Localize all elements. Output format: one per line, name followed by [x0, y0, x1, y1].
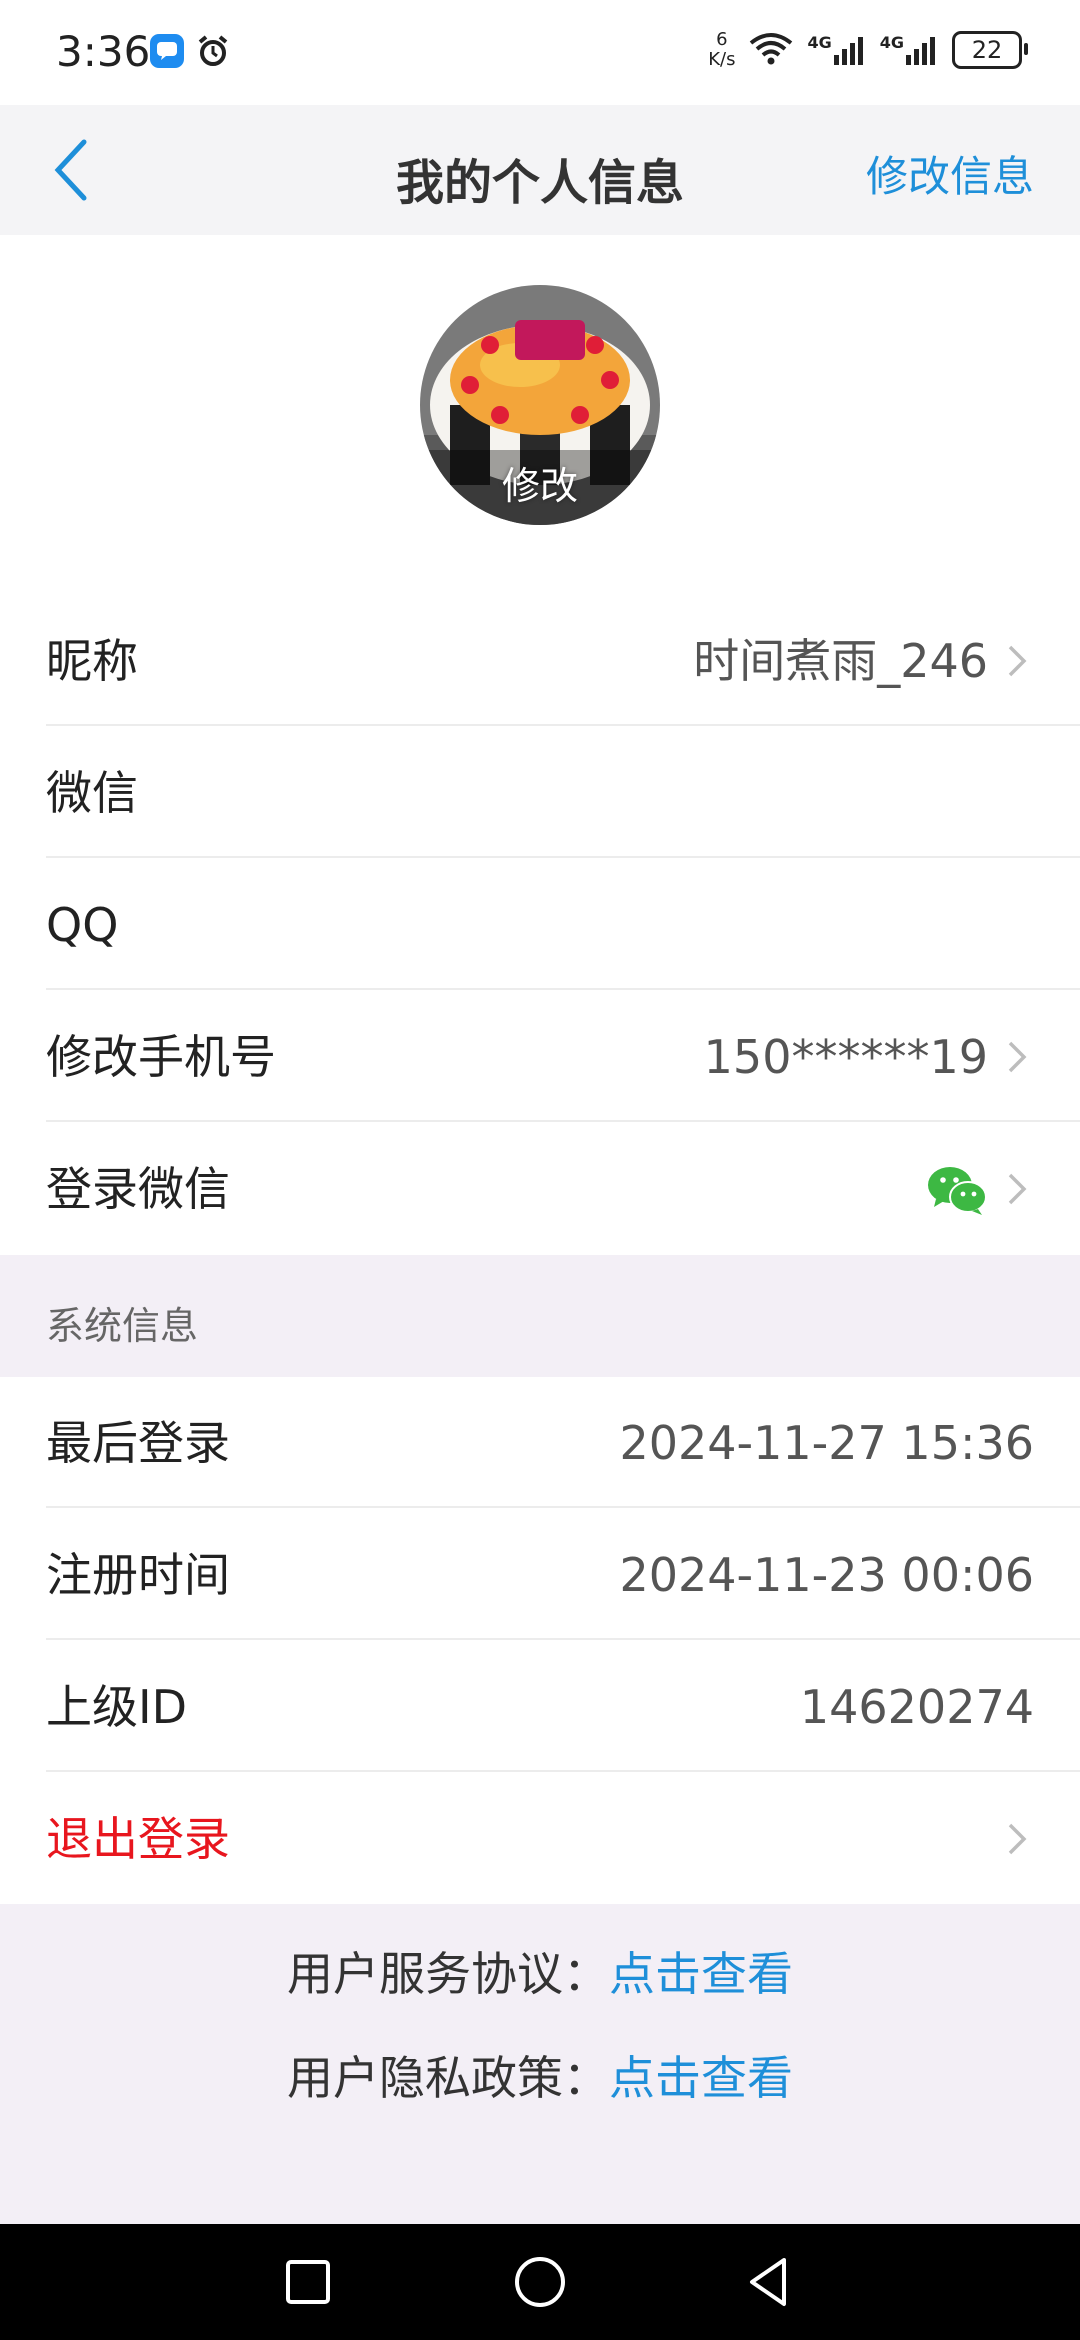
- chevron-right-icon: [1008, 1041, 1027, 1073]
- row-register-time: 注册时间 2024-11-23 00:06: [0, 1509, 1080, 1640]
- edit-info-button[interactable]: 修改信息: [866, 143, 1034, 204]
- row-label: 登录微信: [46, 1162, 230, 1216]
- divider: [46, 856, 1080, 858]
- row-wechat[interactable]: 微信: [0, 727, 1080, 858]
- network-speed: 6 K/s: [708, 29, 736, 70]
- section-title: 系统信息: [46, 1304, 199, 1348]
- last-login-value: 2024-11-27 15:36: [619, 1416, 1034, 1470]
- parent-id-value: 14620274: [799, 1680, 1034, 1734]
- section-header-system: 系统信息: [0, 1255, 1080, 1377]
- home-button[interactable]: [510, 2252, 570, 2312]
- divider: [46, 1506, 1080, 1508]
- wechat-icon: [928, 1167, 987, 1215]
- signal-4g-icon-2: 4G: [880, 35, 938, 65]
- row-label: 最后登录: [46, 1416, 230, 1470]
- divider: [46, 988, 1080, 990]
- nav-bar: 我的个人信息 修改信息: [0, 105, 1080, 235]
- avatar-section: 修改: [0, 235, 1080, 595]
- chevron-right-icon: [1008, 1173, 1027, 1205]
- row-label: QQ: [46, 898, 119, 952]
- divider: [46, 724, 1080, 726]
- row-last-login: 最后登录 2024-11-27 15:36: [0, 1377, 1080, 1508]
- divider: [46, 1120, 1080, 1122]
- logout-button[interactable]: 退出登录: [0, 1773, 1080, 1904]
- logout-label: 退出登录: [46, 1812, 230, 1866]
- system-nav-bar: [0, 2224, 1080, 2340]
- privacy-policy-link[interactable]: 点击查看: [609, 2051, 793, 2105]
- service-agreement-link[interactable]: 点击查看: [609, 1947, 793, 2001]
- row-parent-id: 上级ID 14620274: [0, 1641, 1080, 1772]
- avatar-edit-label: 修改: [501, 464, 578, 508]
- row-label: 修改手机号: [46, 1030, 276, 1084]
- row-nickname[interactable]: 昵称 时间煮雨_246: [0, 595, 1080, 726]
- status-bar: 3:36 6 K/s 4G 4G 22: [0, 0, 1080, 105]
- row-login-wechat[interactable]: 登录微信: [0, 1123, 1080, 1254]
- back-nav-button[interactable]: [740, 2252, 800, 2312]
- row-label: 上级ID: [46, 1680, 187, 1734]
- service-agreement-line: 用户服务协议：点击查看: [0, 1938, 1080, 2004]
- privacy-policy-label: 用户隐私政策：: [287, 2051, 609, 2105]
- chevron-right-icon: [1008, 645, 1027, 677]
- signal-4g-icon: 4G: [807, 35, 865, 65]
- recent-apps-button[interactable]: [278, 2252, 338, 2312]
- divider: [46, 1638, 1080, 1640]
- battery-icon: 22: [952, 31, 1028, 69]
- row-label: 昵称: [46, 634, 138, 688]
- row-change-phone[interactable]: 修改手机号 150******19: [0, 991, 1080, 1122]
- avatar[interactable]: 修改: [420, 285, 660, 525]
- row-qq[interactable]: QQ: [0, 859, 1080, 990]
- chevron-right-icon: [1008, 1823, 1027, 1855]
- wifi-icon: [749, 31, 793, 69]
- privacy-policy-line: 用户隐私政策：点击查看: [0, 2042, 1080, 2108]
- service-agreement-label: 用户服务协议：: [287, 1947, 609, 2001]
- row-label: 微信: [46, 766, 138, 820]
- register-time-value: 2024-11-23 00:06: [619, 1548, 1034, 1602]
- divider: [46, 1770, 1080, 1772]
- nickname-value: 时间煮雨_246: [693, 634, 988, 688]
- message-notification-icon: [150, 34, 184, 68]
- status-time: 3:36: [56, 27, 151, 76]
- row-label: 注册时间: [46, 1548, 230, 1602]
- phone-value: 150******19: [703, 1030, 988, 1084]
- alarm-icon: [196, 34, 230, 72]
- footer: 用户服务协议：点击查看 用户隐私政策：点击查看: [0, 1904, 1080, 2224]
